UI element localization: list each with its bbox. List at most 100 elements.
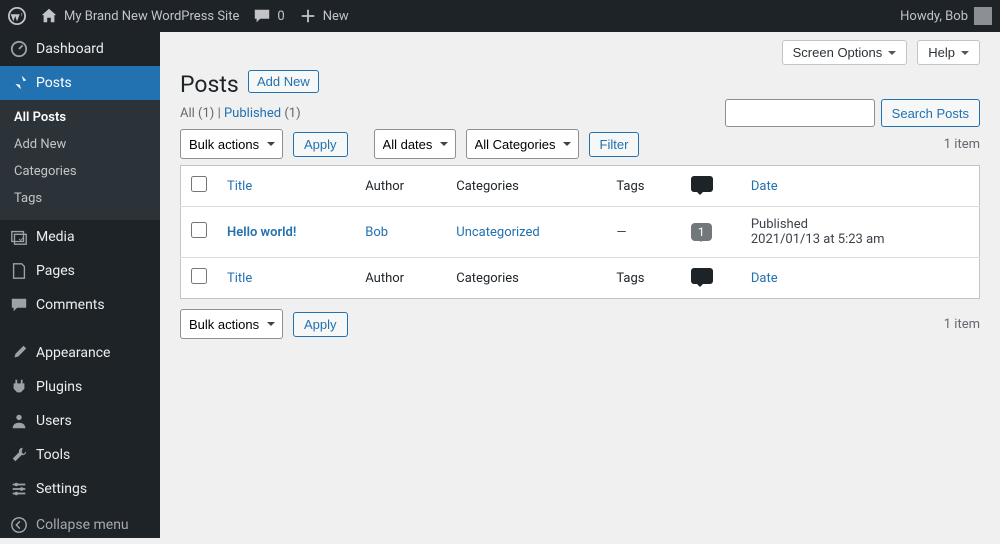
- table-row: Hello world! Bob Uncategorized — 1 Publi…: [181, 207, 980, 258]
- sidebar-label: Appearance: [36, 345, 110, 361]
- brush-icon: [10, 344, 28, 362]
- submenu-item-tags[interactable]: Tags: [0, 185, 160, 212]
- col-tags: Tags: [606, 258, 680, 299]
- items-count-top: 1 item: [944, 137, 980, 152]
- sidebar-label: Plugins: [36, 379, 82, 395]
- filter-published-count: (1): [284, 106, 300, 121]
- col-author: Author: [355, 166, 446, 207]
- row-checkbox[interactable]: [191, 222, 207, 238]
- plus-icon: [299, 7, 317, 25]
- sidebar-label: Comments: [36, 297, 105, 313]
- admin-bar: My Brand New WordPress Site 0 New Howdy,…: [0, 0, 1000, 32]
- posts-submenu: All Posts Add New Categories Tags: [0, 100, 160, 220]
- sidebar-item-dashboard[interactable]: Dashboard: [0, 32, 160, 66]
- comment-icon: [691, 268, 713, 284]
- filter-all[interactable]: All (1): [180, 106, 214, 121]
- sidebar-item-posts[interactable]: Posts: [0, 66, 160, 100]
- dates-select[interactable]: All dates: [374, 129, 456, 159]
- site-link[interactable]: My Brand New WordPress Site: [40, 7, 239, 25]
- sidebar-item-media[interactable]: Media: [0, 220, 160, 254]
- settings-icon: [10, 480, 28, 498]
- bulk-actions-select[interactable]: Bulk actions: [180, 129, 283, 159]
- select-all-top[interactable]: [191, 176, 207, 192]
- sidebar-item-settings[interactable]: Settings: [0, 472, 160, 506]
- col-categories: Categories: [446, 166, 606, 207]
- screen-options-button[interactable]: Screen Options: [782, 40, 908, 65]
- col-tags: Tags: [606, 166, 680, 207]
- submenu-item-categories[interactable]: Categories: [0, 158, 160, 185]
- wordpress-icon: [8, 7, 26, 25]
- comments-link[interactable]: 0: [253, 7, 284, 25]
- filter-published-label: Published: [224, 106, 281, 121]
- home-icon: [40, 7, 58, 25]
- col-title[interactable]: Title: [217, 258, 355, 299]
- filter-button[interactable]: Filter: [589, 132, 640, 157]
- col-date[interactable]: Date: [741, 258, 980, 299]
- comment-count-badge[interactable]: 1: [691, 223, 712, 241]
- sidebar-label: Tools: [36, 447, 70, 463]
- sidebar-label: Dashboard: [36, 41, 104, 57]
- caret-down-icon: [961, 45, 969, 60]
- filter-all-label: All: [180, 106, 195, 121]
- sidebar-item-pages[interactable]: Pages: [0, 254, 160, 288]
- sidebar-item-users[interactable]: Users: [0, 404, 160, 438]
- apply-button-top[interactable]: Apply: [293, 132, 348, 157]
- filter-all-count: (1): [198, 106, 214, 121]
- collapse-menu[interactable]: Collapse menu: [0, 506, 160, 544]
- bulk-actions-select-bottom[interactable]: Bulk actions: [180, 309, 283, 339]
- col-author: Author: [355, 258, 446, 299]
- comment-count: 1: [698, 225, 705, 239]
- dashboard-icon: [10, 40, 28, 58]
- caret-down-icon: [888, 45, 896, 60]
- users-icon: [10, 412, 28, 430]
- new-link[interactable]: New: [299, 7, 349, 25]
- media-icon: [10, 228, 28, 246]
- select-all-bottom[interactable]: [191, 268, 207, 284]
- pin-icon: [10, 74, 28, 92]
- comment-icon: [10, 296, 28, 314]
- filter-published[interactable]: Published (1): [224, 106, 301, 121]
- sidebar-item-comments[interactable]: Comments: [0, 288, 160, 322]
- submenu-item-all-posts[interactable]: All Posts: [0, 104, 160, 131]
- col-title[interactable]: Title: [217, 166, 355, 207]
- collapse-icon: [10, 516, 28, 534]
- col-date[interactable]: Date: [741, 166, 980, 207]
- help-label: Help: [928, 45, 955, 60]
- wp-logo[interactable]: [8, 7, 26, 25]
- row-date-value: 2021/01/13 at 5:23 am: [751, 232, 885, 247]
- comment-icon: [253, 7, 271, 25]
- howdy-text: Howdy, Bob: [900, 9, 968, 24]
- sidebar-label: Users: [36, 413, 72, 429]
- collapse-label: Collapse menu: [36, 517, 129, 533]
- items-count-bottom: 1 item: [944, 317, 980, 332]
- row-date: Published 2021/01/13 at 5:23 am: [741, 207, 980, 258]
- apply-button-bottom[interactable]: Apply: [293, 312, 348, 337]
- sidebar-label: Pages: [36, 263, 75, 279]
- posts-table: Title Author Categories Tags Date Hello …: [180, 165, 980, 299]
- submenu-item-add-new[interactable]: Add New: [0, 131, 160, 158]
- avatar: [974, 7, 992, 25]
- row-author-link[interactable]: Bob: [365, 225, 388, 240]
- search-button[interactable]: Search Posts: [881, 99, 980, 127]
- row-date-status: Published: [751, 217, 808, 232]
- pages-icon: [10, 262, 28, 280]
- content-area: Screen Options Help Posts Add New All (1…: [160, 32, 1000, 538]
- sidebar-item-plugins[interactable]: Plugins: [0, 370, 160, 404]
- help-button[interactable]: Help: [917, 40, 980, 65]
- categories-select[interactable]: All Categories: [466, 129, 579, 159]
- row-category-link[interactable]: Uncategorized: [456, 225, 539, 240]
- sidebar-item-tools[interactable]: Tools: [0, 438, 160, 472]
- sidebar-label: Settings: [36, 481, 87, 497]
- screen-options-label: Screen Options: [793, 45, 883, 60]
- comment-icon: [691, 176, 713, 192]
- sidebar-label: Posts: [36, 75, 72, 91]
- howdy-link[interactable]: Howdy, Bob: [900, 7, 992, 25]
- row-tags: —: [606, 207, 680, 258]
- comments-count: 0: [277, 9, 284, 24]
- sidebar-item-appearance[interactable]: Appearance: [0, 336, 160, 370]
- row-title-link[interactable]: Hello world!: [227, 225, 296, 240]
- add-new-button[interactable]: Add New: [248, 70, 319, 93]
- search-input[interactable]: [725, 99, 875, 127]
- wrench-icon: [10, 446, 28, 464]
- new-label: New: [323, 9, 349, 24]
